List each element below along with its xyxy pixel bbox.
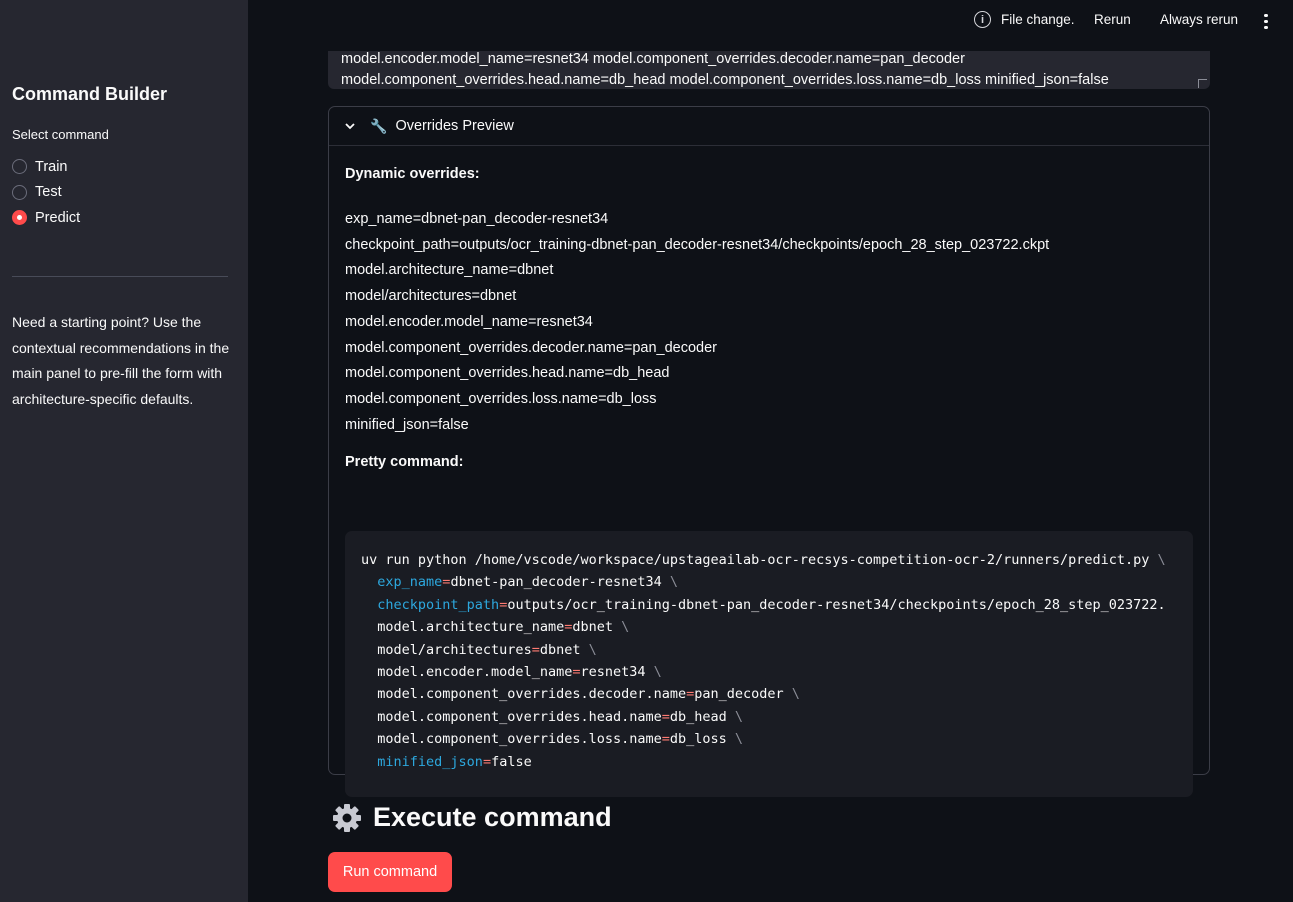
radio-label: Predict	[35, 209, 81, 226]
command-text-line: model.component_overrides.head.name=db_h…	[341, 72, 1109, 88]
top-header: i File change. Rerun Always rerun	[248, 0, 1293, 40]
file-change-status: i File change.	[974, 11, 1075, 28]
sidebar-title: Command Builder	[12, 84, 168, 104]
info-icon: i	[974, 11, 991, 28]
command-radio-group: Train Test Predict	[12, 154, 80, 231]
radio-option-train[interactable]: Train	[12, 154, 80, 180]
sidebar-divider	[12, 276, 228, 277]
gear-icon	[333, 803, 361, 832]
radio-circle-icon	[12, 159, 27, 175]
wrench-icon: 🔧	[370, 117, 388, 134]
overrides-preview-expander: 🔧 Overrides Preview Dynamic overrides: e…	[328, 106, 1210, 797]
main-menu-icon[interactable]	[1261, 12, 1271, 30]
override-item: model/architectures=dbnet	[345, 288, 517, 305]
file-change-text: File change.	[1001, 12, 1075, 27]
overrides-preview-label: Overrides Preview	[395, 118, 514, 134]
code-line: model.encoder.model_name=resnet34 \	[377, 664, 662, 681]
chevron-down-icon	[345, 123, 355, 130]
select-command-label: Select command	[12, 127, 109, 142]
radio-option-predict[interactable]: Predict	[12, 205, 80, 231]
override-item: exp_name=dbnet-pan_decoder-resnet34	[345, 211, 609, 227]
rerun-button[interactable]: Rerun	[1094, 12, 1131, 27]
override-item: model.architecture_name=dbnet	[345, 262, 554, 279]
override-item: model.encoder.model_name=resnet34	[345, 313, 593, 330]
execute-command-title: Execute command	[373, 802, 612, 832]
code-line: model.architecture_name=dbnet \	[377, 619, 630, 636]
code-line: model.component_overrides.loss.name=db_l…	[377, 731, 744, 748]
pretty-command-code: uv run python /home/vscode/workspace/ups…	[345, 531, 1193, 797]
radio-option-test[interactable]: Test	[12, 180, 80, 206]
resize-handle-icon[interactable]	[1198, 79, 1207, 88]
sidebar: Command Builder Select command Train Test…	[0, 0, 248, 902]
radio-circle-icon	[12, 210, 27, 226]
code-line: checkpoint_path=outputs/ocr_training-dbn…	[377, 596, 1166, 613]
override-item: model.component_overrides.head.name=db_h…	[345, 365, 670, 382]
run-command-button[interactable]: Run command	[328, 852, 452, 892]
sidebar-help-text: Need a starting point? Use the contextua…	[12, 314, 230, 407]
code-line: exp_name=dbnet-pan_decoder-resnet34 \	[377, 574, 679, 591]
always-rerun-button[interactable]: Always rerun	[1160, 12, 1238, 27]
radio-circle-icon	[12, 184, 27, 200]
app-root: Command Builder Select command Train Test…	[0, 0, 1293, 902]
radio-label: Train	[35, 158, 68, 175]
override-item: model.component_overrides.loss.name=db_l…	[345, 390, 657, 407]
code-line-first: uv run python /home/vscode/workspace/ups…	[361, 552, 1166, 568]
code-line: minified_json=false	[377, 753, 532, 770]
override-item: checkpoint_path=outputs/ocr_training-dbn…	[345, 236, 1050, 253]
code-line: model/architectures=dbnet \	[377, 641, 597, 658]
command-text-line: model.encoder.model_name=resnet34 model.…	[341, 51, 965, 67]
override-item: model.component_overrides.decoder.name=p…	[345, 339, 718, 356]
pretty-command-title: Pretty command:	[345, 454, 464, 470]
command-textarea[interactable]: model.encoder.model_name=resnet34 model.…	[328, 51, 1210, 89]
dynamic-overrides-list: exp_name=dbnet-pan_decoder-resnet34check…	[345, 207, 1049, 438]
code-line: model.component_overrides.head.name=db_h…	[377, 708, 744, 725]
code-line: model.component_overrides.decoder.name=p…	[377, 686, 800, 703]
overrides-preview-header[interactable]: 🔧 Overrides Preview	[329, 107, 1209, 146]
radio-label: Test	[35, 184, 62, 201]
execute-command-heading: Execute command	[332, 802, 612, 833]
dynamic-overrides-title: Dynamic overrides:	[345, 166, 480, 182]
override-item: minified_json=false	[345, 416, 469, 433]
